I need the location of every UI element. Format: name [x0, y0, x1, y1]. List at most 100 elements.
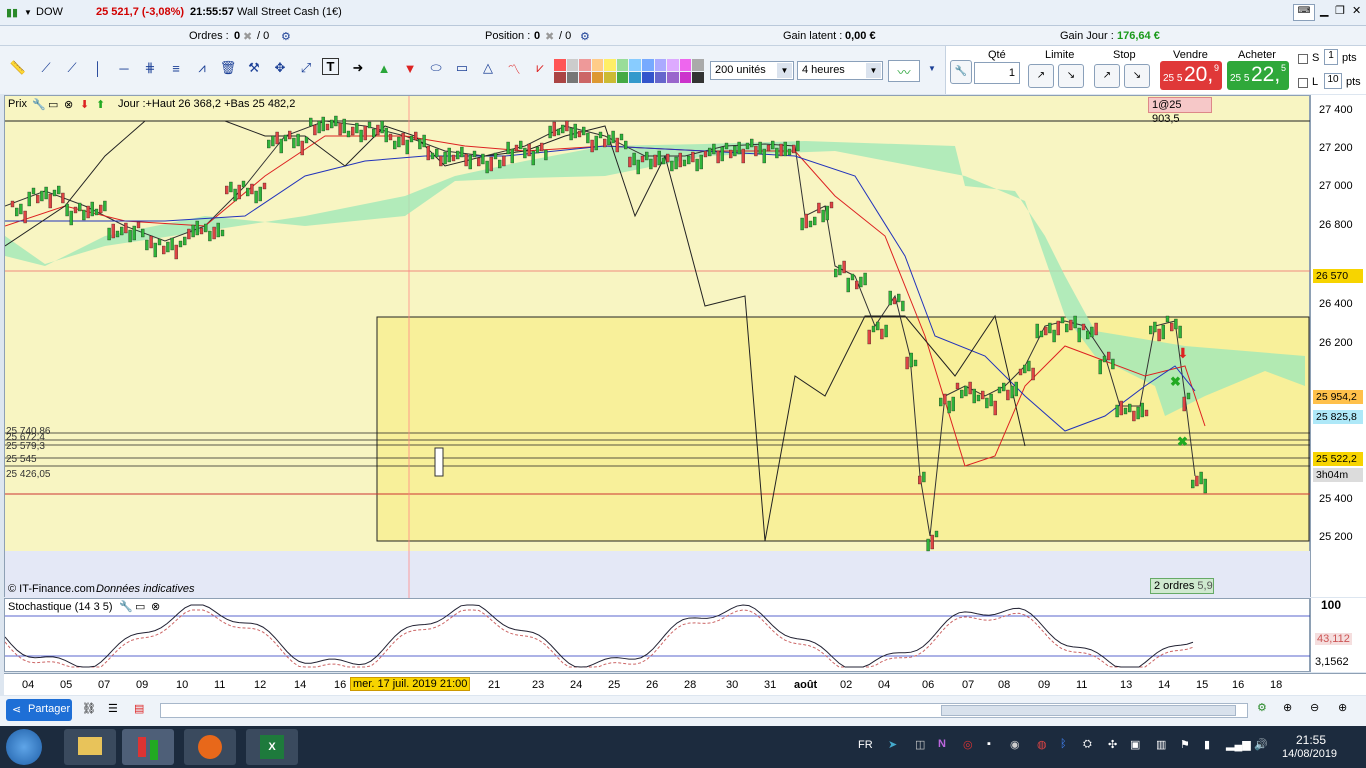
arrow-down-icon[interactable]: ▼ — [400, 58, 420, 78]
bluetooth-icon[interactable]: ᛒ — [1060, 738, 1067, 750]
stop-sell-icon[interactable]: ↘ — [1124, 64, 1150, 88]
stop-checkbox[interactable] — [1298, 54, 1308, 64]
tray-icon[interactable]: ◉ — [1010, 738, 1020, 751]
stop-pts-input[interactable]: 1 — [1324, 49, 1338, 65]
limit-checkbox[interactable] — [1298, 78, 1308, 88]
share-button[interactable]: ⋖ Partager — [6, 699, 72, 721]
excel-taskbar-icon[interactable]: X — [246, 729, 298, 765]
settings-icon[interactable]: ⚙ — [281, 30, 291, 43]
keyboard-icon[interactable]: ⌨ — [1293, 4, 1315, 21]
chart-type-icon[interactable]: 〰 — [888, 60, 920, 82]
position-marker[interactable]: 1@25 903,5 — [1148, 97, 1212, 125]
cross-arrows-icon[interactable]: ✥ — [270, 58, 290, 78]
trading-app-taskbar-icon[interactable] — [122, 729, 174, 765]
chevron-down-icon[interactable]: ▼ — [777, 63, 792, 78]
price-chart[interactable]: ✖ ✖ ⬇ — [4, 95, 1311, 598]
pattern-icon[interactable]: ⩗ — [530, 58, 550, 78]
firefox-taskbar-icon[interactable] — [184, 729, 236, 765]
arrow-right-icon[interactable]: ➜ — [348, 58, 368, 78]
stop-buy-icon[interactable]: ↗ — [1094, 64, 1120, 88]
zoom-fit-icon[interactable]: ⊕ — [1283, 701, 1292, 714]
flag-icon[interactable]: ⚑ — [1180, 738, 1190, 751]
zigzag-icon[interactable]: ⩘ — [192, 58, 212, 78]
sell-button[interactable]: 25 5 20, 9 — [1160, 61, 1222, 90]
network-icon[interactable]: ▂▄▆ — [1226, 738, 1251, 751]
battery-icon[interactable]: ▮ — [1204, 738, 1210, 751]
time-axis[interactable]: 04 05 07 09 10 11 12 14 16 21 23 24 25 26 28 30 31 août 02… — [4, 673, 1366, 695]
chevron-down-icon[interactable]: ▼ — [24, 8, 32, 17]
fan-tool-icon[interactable]: ⋕ — [140, 58, 160, 78]
time-scrollbar[interactable] — [160, 703, 1248, 718]
indicator-add-icon[interactable]: ⚙ — [1257, 701, 1267, 714]
window-icon[interactable]: ▭ — [135, 600, 145, 613]
tray-icon[interactable]: ⛭ — [1083, 738, 1092, 751]
candle — [1182, 396, 1186, 412]
language-indicator[interactable]: FR — [858, 739, 873, 751]
rectangle-icon[interactable]: ▭ — [452, 58, 472, 78]
close-icon[interactable]: ✕ — [1352, 4, 1361, 17]
hammer-icon[interactable]: ⚒ — [244, 58, 264, 78]
tray-icon[interactable]: ◍ — [1037, 738, 1047, 751]
close-icon[interactable]: ⊗ — [151, 600, 160, 613]
orders-marker[interactable]: 2 ordres 5,9 — [1150, 578, 1214, 594]
explorer-taskbar-icon[interactable] — [64, 729, 116, 765]
ruler-icon[interactable]: 📏 — [8, 58, 28, 78]
volume-icon[interactable]: 🔊 — [1254, 738, 1268, 751]
limit-buy-icon[interactable]: ↗ — [1028, 64, 1054, 88]
line-tool-icon[interactable]: ⟋ — [36, 58, 56, 78]
zoom-in-icon[interactable]: ⊕ — [1338, 701, 1347, 714]
cancel-icon[interactable]: ✖ — [243, 30, 252, 43]
close-icon[interactable]: ⊗ — [64, 98, 73, 111]
notification-icon[interactable]: ◎ — [963, 738, 973, 751]
onenote-icon[interactable]: N — [938, 738, 946, 750]
vertical-line-icon[interactable]: │ — [88, 58, 108, 78]
tray-icon[interactable]: ▪ — [987, 738, 991, 750]
scrollbar-thumb[interactable] — [941, 705, 1236, 716]
wrench-icon[interactable]: 🔧 — [950, 60, 972, 84]
tray-icon[interactable]: ▣ — [1130, 738, 1140, 751]
move-up-icon[interactable]: ⬆ — [96, 98, 105, 111]
stochastic-panel[interactable]: Stochastique (14 3 5) 🔧 ▭ ⊗ — [4, 598, 1311, 672]
cancel-icon[interactable]: ✖ — [545, 30, 554, 43]
units-select[interactable]: 200 unités ▼ — [710, 61, 794, 80]
telegram-icon[interactable]: ➤ — [888, 738, 897, 751]
indicator-icon[interactable]: 〽 — [504, 58, 524, 78]
tray-icon[interactable]: ▥ — [1156, 738, 1166, 751]
text-tool-icon[interactable]: T — [322, 58, 339, 75]
minimize-icon[interactable]: ▁ — [1320, 4, 1328, 17]
limit-pts-input[interactable]: 10 — [1324, 73, 1342, 89]
link-icon[interactable]: ⛓ — [82, 702, 96, 715]
qty-input[interactable]: 1 — [974, 62, 1020, 84]
zoom-out-icon[interactable]: ⊖ — [1310, 701, 1319, 714]
app-icon[interactable]: ◫ — [915, 738, 925, 751]
horizontal-line-icon[interactable]: ─ — [114, 58, 134, 78]
ray-tool-icon[interactable]: ⟋ — [62, 58, 82, 78]
wrench-icon[interactable]: 🔧 — [119, 600, 133, 613]
arrow-up-icon[interactable]: ▲ — [374, 58, 394, 78]
ellipse-icon[interactable]: ⬭ — [426, 58, 446, 78]
chart-canvas[interactable]: ✖ ✖ ⬇ — [5, 96, 1311, 598]
window-icon[interactable]: ▭ — [48, 98, 58, 111]
restore-icon[interactable]: ❐ — [1335, 4, 1345, 17]
clock-date[interactable]: 14/08/2019 — [1282, 748, 1337, 760]
price-axis[interactable]: 27 400 27 200 27 000 26 800 26 400 26 20… — [1310, 95, 1366, 597]
list-icon[interactable]: ☰ — [108, 702, 118, 715]
settings-icon[interactable]: ⚙ — [580, 30, 590, 43]
color-palette[interactable] — [554, 59, 704, 83]
layout-icon[interactable]: ▤ — [134, 702, 144, 715]
clock-time[interactable]: 21:55 — [1296, 733, 1326, 747]
wrench-icon[interactable]: 🔧 — [32, 98, 46, 111]
symbol-label[interactable]: DOW — [36, 6, 63, 18]
period-select[interactable]: 4 heures ▼ — [797, 61, 883, 80]
limit-sell-icon[interactable]: ↘ — [1058, 64, 1084, 88]
tray-icon[interactable]: ✣ — [1108, 738, 1117, 751]
chevron-down-icon[interactable]: ▼ — [922, 58, 942, 78]
fibonacci-icon[interactable]: ≡ — [166, 58, 186, 78]
start-button[interactable] — [6, 729, 42, 765]
triangle-icon[interactable]: △ — [478, 58, 498, 78]
chevron-down-icon[interactable]: ▼ — [866, 63, 881, 78]
expand-icon[interactable]: ⤢ — [296, 58, 316, 78]
trash-icon[interactable]: 🗑 — [218, 58, 238, 78]
buy-button[interactable]: 25 5 22, 5 — [1227, 61, 1289, 90]
move-down-icon[interactable]: ⬇ — [80, 98, 89, 111]
